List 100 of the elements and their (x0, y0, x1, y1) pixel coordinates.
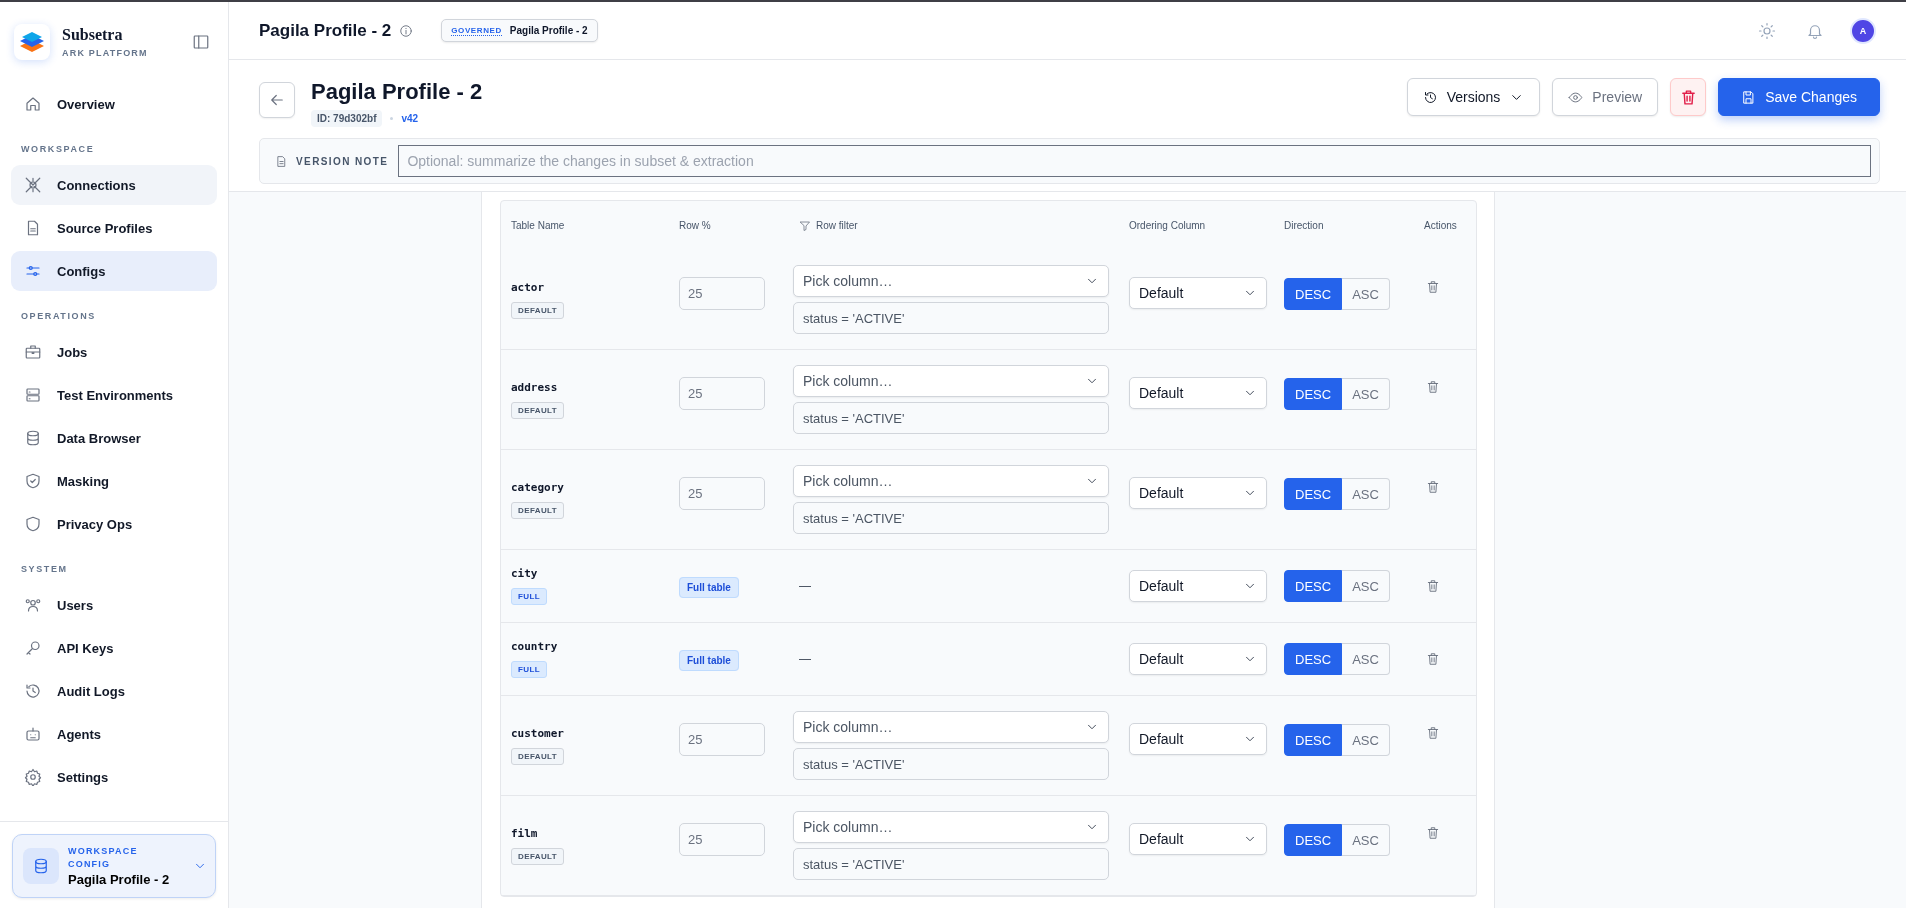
ordering-select[interactable]: Default (1129, 277, 1267, 309)
mode-tag: DEFAULT (511, 847, 565, 865)
sidebar-item[interactable]: Test Environments (11, 375, 217, 415)
shield-check-icon (24, 472, 42, 490)
ordering-select[interactable]: Default (1129, 823, 1267, 855)
sidebar-item[interactable]: Data Browser (11, 418, 217, 458)
sidebar-item[interactable]: Jobs (11, 332, 217, 372)
sidebar-item[interactable]: Agents (11, 714, 217, 754)
full-table-tag: Full table (679, 650, 739, 671)
filter-column-select[interactable]: Pick column… (793, 365, 1109, 397)
ordering-select[interactable]: Default (1129, 570, 1267, 602)
direction-toggle[interactable]: ASC (1342, 643, 1390, 675)
direction-toggle[interactable]: ASC (1342, 824, 1390, 856)
ordering-select[interactable]: Default (1129, 643, 1267, 675)
section-label: OPERATIONS (20, 310, 97, 323)
sidebar-item[interactable]: Masking (11, 461, 217, 501)
direction-toggle[interactable]: DESC (1284, 278, 1343, 310)
section-label: WORKSPACE (20, 143, 96, 156)
row-percent-field[interactable]: 25 (679, 723, 765, 756)
sidebar-item[interactable]: API Keys (11, 628, 217, 668)
brand-subtitle: ARK PLATFORM (62, 48, 149, 58)
empty-filter-dash: — (798, 652, 812, 666)
version-note-field[interactable]: Optional: summarize the changes in subset & extraction (398, 145, 1871, 177)
config-title: Pagila Profile - 2 (311, 78, 483, 106)
sidebar-item[interactable]: Configs (11, 251, 217, 291)
ordering-select[interactable]: Default (1129, 723, 1267, 755)
section-label: SYSTEM (20, 563, 69, 576)
direction-toggle[interactable]: DESC (1284, 824, 1343, 856)
panel-icon (192, 33, 210, 51)
filter-icon (799, 219, 811, 232)
save-button[interactable]: Save Changes (1718, 78, 1880, 116)
users-icon (24, 596, 42, 614)
direction-toggle[interactable]: ASC (1342, 570, 1390, 602)
direction-toggle[interactable]: DESC (1284, 643, 1343, 675)
column-header: Row filter (789, 219, 1119, 232)
table-name: customer (511, 726, 565, 740)
brand-name: Subsetra (62, 26, 124, 44)
sidebar-item[interactable]: Privacy Ops (11, 504, 217, 544)
filter-column-select[interactable]: Pick column… (793, 811, 1109, 843)
history-icon (1422, 89, 1438, 105)
sidebar-item[interactable]: Audit Logs (11, 671, 217, 711)
direction-toggle[interactable]: ASC (1342, 478, 1390, 510)
row-percent-field[interactable]: 25 (679, 377, 765, 410)
direction-toggle[interactable]: ASC (1342, 724, 1390, 756)
badge-tag: GOVERNED (451, 25, 502, 36)
filter-expression-field[interactable]: status = 'ACTIVE' (793, 502, 1109, 534)
workspace-label: WORKSPACE CONFIG (68, 845, 139, 871)
column-header: Row % (678, 220, 712, 231)
robot-icon (24, 725, 42, 743)
ordering-select[interactable]: Default (1129, 477, 1267, 509)
mode-tag: DEFAULT (511, 301, 565, 319)
column-header: Direction (1283, 220, 1325, 231)
versions-button[interactable]: Versions (1406, 78, 1541, 116)
filter-expression-field[interactable]: status = 'ACTIVE' (793, 302, 1109, 334)
sidebar-item[interactable]: Overview (11, 84, 217, 124)
filter-column-select[interactable]: Pick column… (793, 265, 1109, 297)
filter-expression-field[interactable]: status = 'ACTIVE' (793, 848, 1109, 880)
mode-tag: FULL (511, 661, 548, 678)
version-label: v42 (401, 113, 419, 124)
version-note-label: VERSION NOTE (296, 155, 389, 167)
document-icon (275, 154, 288, 168)
eye-icon (1568, 89, 1584, 105)
mode-tag: DEFAULT (511, 501, 565, 519)
row-percent-field[interactable]: 25 (679, 823, 765, 856)
mode-tag: DEFAULT (511, 747, 565, 765)
database-icon (32, 857, 50, 875)
delete-button[interactable] (1670, 78, 1707, 116)
config-id: ID: 79d302bf (311, 110, 383, 127)
sidebar-item[interactable]: Settings (11, 757, 217, 797)
sidebar-item[interactable]: Connections (11, 165, 217, 205)
server-icon (24, 386, 42, 404)
direction-toggle[interactable]: DESC (1284, 570, 1343, 602)
ordering-select[interactable]: Default (1129, 377, 1267, 409)
filter-column-select[interactable]: Pick column… (793, 465, 1109, 497)
workspace-name: Pagila Profile - 2 (68, 872, 171, 887)
direction-toggle[interactable]: ASC (1342, 378, 1390, 410)
mode-tag: FULL (511, 588, 548, 605)
table-name: city (511, 567, 539, 580)
row-percent-field[interactable]: 25 (679, 277, 765, 310)
filter-expression-field[interactable]: status = 'ACTIVE' (793, 402, 1109, 434)
separator-dot (390, 117, 394, 120)
row-percent-field[interactable]: 25 (679, 477, 765, 510)
direction-toggle[interactable]: DESC (1284, 378, 1343, 410)
column-header: Actions (1423, 220, 1458, 231)
table-name: address (511, 380, 559, 394)
filter-expression-field[interactable]: status = 'ACTIVE' (793, 748, 1109, 780)
sidebar-item[interactable]: Source Profiles (11, 208, 217, 248)
filter-column-select[interactable]: Pick column… (793, 711, 1109, 743)
home-icon (24, 95, 42, 113)
shield-icon (24, 515, 42, 533)
direction-toggle[interactable]: ASC (1342, 278, 1390, 310)
sidebar-item[interactable]: Users (11, 585, 217, 625)
briefcase-icon (24, 343, 42, 361)
table-name: film (511, 826, 539, 840)
page-title: Pagila Profile - 2 (259, 20, 392, 41)
direction-toggle[interactable]: DESC (1284, 478, 1343, 510)
user-avatar[interactable]: A (1850, 17, 1876, 44)
full-table-tag: Full table (679, 577, 739, 598)
direction-toggle[interactable]: DESC (1284, 724, 1343, 756)
workspace-card[interactable]: WORKSPACE CONFIG Pagila Profile - 2 (12, 834, 216, 898)
